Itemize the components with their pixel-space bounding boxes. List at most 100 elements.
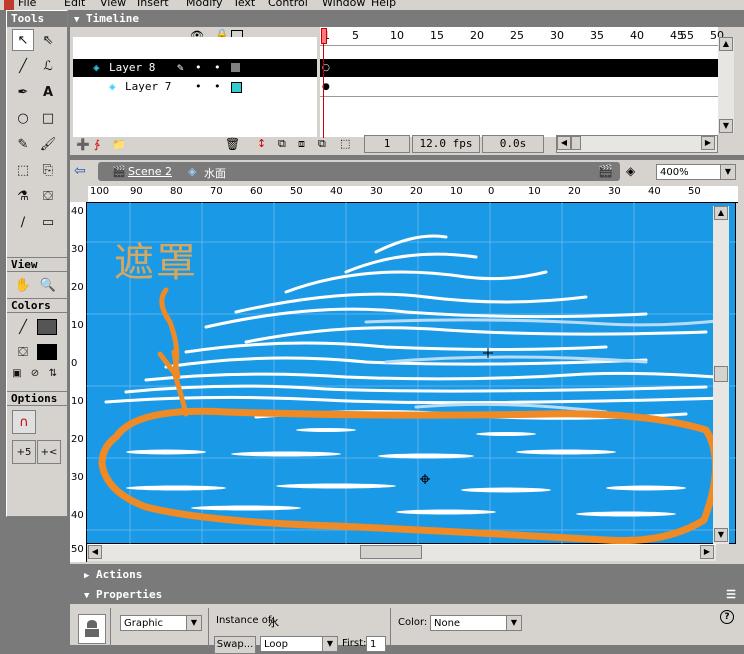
- help-icon[interactable]: ?: [720, 610, 734, 624]
- straighten-icon[interactable]: +<: [37, 440, 61, 464]
- loop-select[interactable]: Loop ▼: [260, 636, 338, 652]
- scroll-left-icon[interactable]: ◀: [88, 545, 102, 559]
- scroll-right-icon[interactable]: ▶: [700, 545, 714, 559]
- pen-tool-icon[interactable]: ✒: [12, 81, 34, 103]
- add-guide-layer-icon[interactable]: ∱: [94, 138, 100, 151]
- ink-bottle-tool-icon[interactable]: ⚗: [12, 185, 34, 207]
- free-transform-tool-icon[interactable]: ⬚: [12, 159, 34, 181]
- onion-skin-icon[interactable]: ⧉: [278, 137, 286, 151]
- frame-number: 35: [590, 29, 604, 42]
- swap-colors-icon[interactable]: ⇅: [45, 365, 61, 381]
- scene-link[interactable]: Scene 2: [128, 165, 172, 178]
- scroll-down-icon[interactable]: ▼: [719, 119, 733, 133]
- color-effect-select[interactable]: None ▼: [430, 615, 522, 631]
- hand-tool-icon[interactable]: ✋: [12, 274, 34, 296]
- scroll-thumb[interactable]: [360, 545, 422, 559]
- subselect-tool-icon[interactable]: ⇖: [37, 29, 59, 51]
- stage-canvas[interactable]: 遮罩: [86, 202, 736, 544]
- outline-swatch[interactable]: [231, 82, 242, 93]
- pencil-tool-icon[interactable]: ✎: [12, 133, 34, 155]
- center-frame-icon[interactable]: ↕: [257, 137, 266, 150]
- scroll-down-icon[interactable]: ▼: [714, 528, 728, 542]
- scroll-up-icon[interactable]: ▲: [719, 37, 733, 51]
- collapse-arrow-icon[interactable]: ▼: [84, 591, 89, 601]
- onion-markers-icon[interactable]: ⬚: [340, 137, 350, 150]
- zoom-tool-icon[interactable]: 🔍: [37, 274, 59, 296]
- mask-annotation-text: 遮罩: [114, 240, 198, 286]
- back-arrow-icon[interactable]: ⇦: [74, 163, 86, 179]
- frames-grid[interactable]: ○ ●: [320, 37, 718, 137]
- menu-text[interactable]: Text: [233, 0, 255, 9]
- delete-layer-icon[interactable]: 🗑: [225, 137, 240, 151]
- timeline-title-bar[interactable]: ▼ Timeline: [70, 10, 744, 27]
- menu-edit[interactable]: Edit: [64, 0, 85, 9]
- timeline-vscroll[interactable]: ▲ ▼: [718, 37, 734, 133]
- oval-tool-icon[interactable]: ○: [12, 107, 34, 129]
- paint-bucket-tool-icon[interactable]: ⛋: [37, 185, 59, 207]
- lasso-tool-icon[interactable]: ℒ: [37, 55, 59, 77]
- eraser-tool-icon[interactable]: ▭: [37, 211, 59, 233]
- no-color-icon[interactable]: ⊘: [27, 365, 43, 381]
- menu-window[interactable]: Window: [322, 0, 365, 9]
- stage-hscroll[interactable]: ◀ ▶: [88, 544, 716, 561]
- scroll-thumb[interactable]: [714, 366, 728, 382]
- layer-row[interactable]: ◈ Layer 7 • •: [73, 78, 317, 96]
- text-tool-icon[interactable]: A: [37, 81, 59, 103]
- add-folder-icon[interactable]: 📁: [112, 138, 126, 151]
- symbol-behavior-select[interactable]: Graphic ▼: [120, 615, 202, 631]
- frame-row: [320, 78, 718, 97]
- brush-tool-icon[interactable]: 🖌: [37, 133, 59, 155]
- menu-insert[interactable]: Insert: [137, 0, 169, 9]
- zoom-select[interactable]: 400% ▼: [656, 164, 736, 180]
- swap-button[interactable]: Swap...: [214, 636, 256, 654]
- visibility-dot[interactable]: •: [195, 78, 202, 96]
- chevron-down-icon[interactable]: ▼: [322, 637, 337, 651]
- layer-row[interactable]: ◈ Layer 8 ✎ • •: [73, 59, 317, 77]
- collapse-arrow-icon[interactable]: ▼: [74, 15, 79, 25]
- eyedropper-tool-icon[interactable]: ∕: [12, 211, 34, 233]
- line-tool-icon[interactable]: ╱: [12, 55, 34, 77]
- playhead[interactable]: [321, 28, 327, 138]
- first-frame-input[interactable]: 1: [366, 636, 386, 652]
- panel-options-icon[interactable]: ☰: [726, 586, 736, 604]
- default-colors-icon[interactable]: ▣: [9, 365, 25, 381]
- scroll-up-icon[interactable]: ▲: [714, 206, 728, 220]
- frame-ruler[interactable]: 1 5 10 15 20 25 30 35 40 45 50: [320, 27, 724, 46]
- outline-swatch[interactable]: [231, 63, 240, 72]
- lock-dot[interactable]: •: [214, 78, 221, 96]
- ruler-label: 30: [71, 244, 84, 255]
- fps-display[interactable]: 12.0 fps: [412, 135, 480, 153]
- scroll-thumb[interactable]: [571, 136, 581, 150]
- edit-multiple-icon[interactable]: ⧉: [318, 137, 326, 151]
- fill-transform-tool-icon[interactable]: ⎘: [37, 159, 59, 181]
- menu-control[interactable]: Control: [268, 0, 308, 9]
- scroll-left-icon[interactable]: ◀: [557, 136, 571, 150]
- ruler-label: 10: [71, 396, 84, 407]
- stroke-color-swatch[interactable]: [37, 319, 57, 335]
- chevron-down-icon[interactable]: ▼: [720, 165, 735, 179]
- expand-arrow-icon[interactable]: ▶: [84, 571, 89, 581]
- stage-vscroll[interactable]: ▲ ▼: [713, 206, 729, 544]
- add-layer-icon[interactable]: ➕: [76, 138, 90, 151]
- chevron-down-icon[interactable]: ▼: [506, 616, 521, 630]
- visibility-dot[interactable]: •: [195, 59, 202, 77]
- lock-dot[interactable]: •: [214, 59, 221, 77]
- properties-title-bar[interactable]: ▼ Properties ☰: [70, 586, 744, 604]
- timeline-hscroll[interactable]: ◀ ▶: [556, 135, 718, 153]
- menu-modify[interactable]: Modify: [186, 0, 222, 9]
- edit-symbols-icon[interactable]: ◈: [626, 164, 635, 178]
- onion-outline-icon[interactable]: ⧈: [298, 137, 305, 151]
- arrow-tool-icon[interactable]: ↖: [12, 29, 34, 51]
- actions-panel-bar[interactable]: ▶ Actions: [70, 566, 744, 584]
- fill-color-swatch[interactable]: [37, 344, 57, 360]
- snap-magnet-icon[interactable]: ∩: [12, 410, 36, 434]
- smooth-icon[interactable]: +5: [12, 440, 36, 464]
- chevron-down-icon[interactable]: ▼: [186, 616, 201, 630]
- rectangle-tool-icon[interactable]: □: [37, 107, 59, 129]
- menu-view[interactable]: View: [100, 0, 126, 9]
- menu-file[interactable]: File: [18, 0, 36, 9]
- scroll-right-icon[interactable]: ▶: [701, 136, 715, 150]
- edit-scene-icon[interactable]: 🎬: [598, 164, 613, 178]
- ruler-label: 30: [608, 186, 621, 197]
- menu-help[interactable]: Help: [371, 0, 396, 9]
